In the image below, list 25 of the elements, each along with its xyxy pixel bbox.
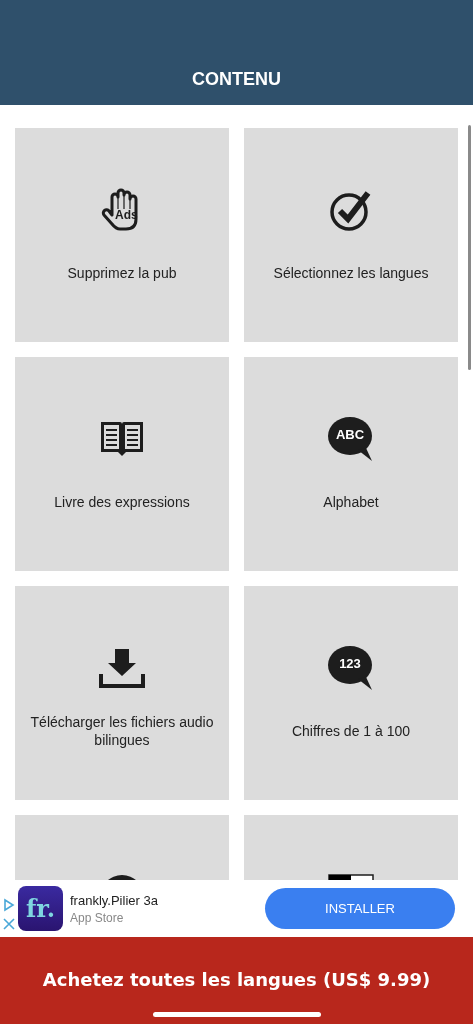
menu-tile[interactable]: Sélectionnez les langues bbox=[244, 128, 458, 342]
menu-tile[interactable]: ABC Alphabet bbox=[244, 357, 458, 571]
tile-label: Chiffres de 1 à 100 bbox=[290, 722, 411, 741]
speech-bubble-icon bbox=[328, 416, 374, 462]
install-button[interactable]: INSTALLER bbox=[265, 888, 455, 929]
tile-label: Sélectionnez les langues bbox=[272, 264, 430, 283]
menu-tile[interactable]: Télécharger les fichiers audio bilingues bbox=[15, 586, 229, 800]
tile-label: Supprimez la pub bbox=[66, 264, 178, 283]
purchase-button[interactable]: Achetez toutes les langues (US$ 9.99) bbox=[42, 969, 431, 990]
close-icon[interactable] bbox=[3, 917, 15, 930]
download-icon bbox=[99, 648, 145, 688]
tile-label: Télécharger les fichiers audio bilingues bbox=[29, 713, 215, 749]
icon-label: ABC bbox=[334, 428, 366, 441]
book-icon bbox=[100, 421, 144, 457]
app-name: frankly.Pilier 3a bbox=[70, 892, 159, 908]
speech-bubble-icon bbox=[328, 645, 374, 691]
tile-label: Alphabet bbox=[322, 493, 380, 512]
ad-choices-icon[interactable] bbox=[3, 897, 15, 912]
app-source: App Store bbox=[70, 910, 125, 925]
screen-title: CONTENU bbox=[192, 69, 281, 90]
app-logo: fr. bbox=[18, 886, 63, 931]
menu-tile[interactable]: 123 Chiffres de 1 à 100 bbox=[244, 586, 458, 800]
tile-label: Livre des expressions bbox=[53, 493, 191, 512]
menu-tile[interactable]: Livre des expressions bbox=[15, 357, 229, 571]
icon-label: 123 bbox=[338, 657, 362, 670]
